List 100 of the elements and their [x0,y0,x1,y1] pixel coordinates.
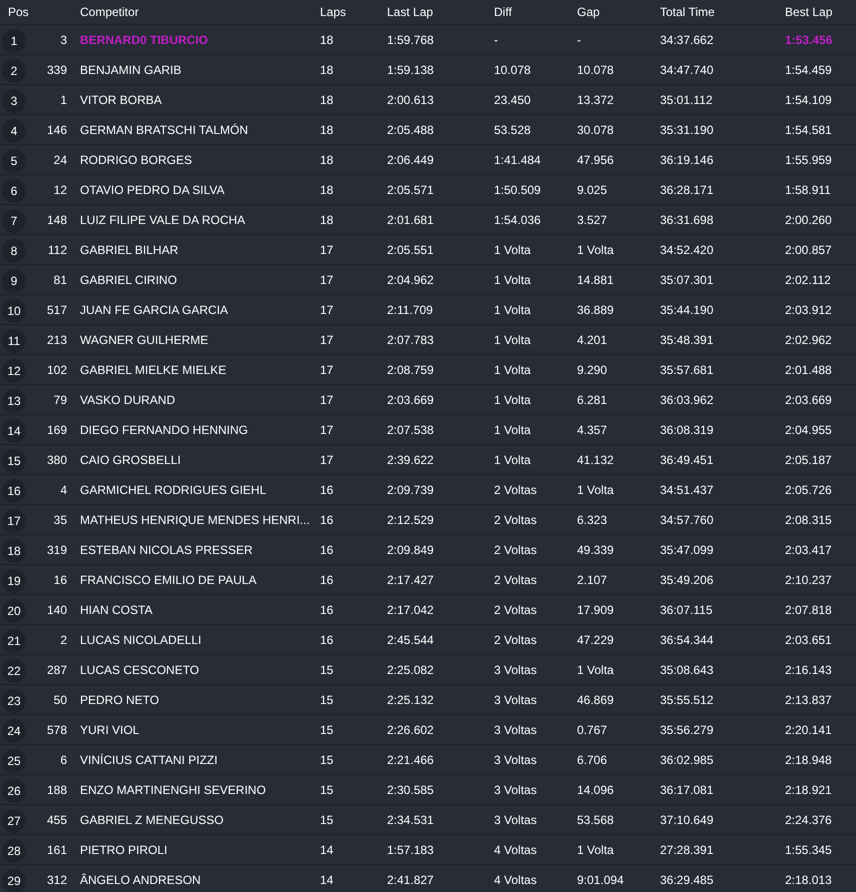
car-number: 35 [54,512,67,526]
table-cell: 35:49.206 [660,572,714,586]
position-badge: 18 [2,539,26,563]
car-number: 380 [46,452,67,466]
position-badge: 2 [2,59,26,83]
table-cell: 2:05.571 [387,182,434,196]
table-cell: 2:05.551 [387,242,434,256]
car-number: 24 [54,152,67,166]
competitor-name: GABRIEL BILHAR [80,242,178,256]
table-cell: 36:29.485 [660,872,714,886]
competitor-name: WAGNER GUILHERME [80,332,208,346]
table-cell: 16 [320,632,334,646]
car-number: 112 [48,242,67,256]
table-cell: 36:49.451 [660,452,714,466]
column-header: Total Time [660,5,715,19]
competitor-name: GABRIEL CIRINO [80,272,177,286]
table-cell: 15 [320,752,334,766]
best-lap-time: 2:07.818 [785,602,832,616]
table-cell: 18 [320,152,334,166]
table-cell: 15 [320,692,334,706]
best-lap-time: 2:00.260 [785,212,832,226]
table-cell: 46.869 [577,692,614,706]
car-number: 517 [46,302,67,316]
table-cell: 2:00.613 [387,92,434,106]
table-cell: 17 [320,452,334,466]
table-cell: 4.201 [577,332,608,346]
car-number: 578 [46,722,67,736]
table-cell: 4.357 [577,422,608,436]
table-cell: 2:34.531 [387,812,434,826]
table-cell: 36:31.698 [660,212,714,226]
position-badge: 17 [2,509,26,533]
column-header: Laps [320,5,346,19]
table-cell: 2:07.783 [387,332,434,346]
table-cell: 36:19.146 [660,152,714,166]
table-cell: 37:10.649 [660,812,714,826]
best-lap-time: 2:04.955 [785,422,832,436]
table-cell: 15 [320,812,334,826]
table-cell: 36.889 [577,302,614,316]
table-cell: 1 Volta [577,842,614,856]
table-cell: 2:30.585 [387,782,434,796]
table-cell: 34:57.760 [660,512,714,526]
best-lap-time: 2:02.962 [785,332,832,346]
position-badge: 21 [2,629,26,653]
table-cell: 2:25.082 [387,662,434,676]
table-cell: 9.025 [577,182,608,196]
table-cell: 3.527 [577,212,608,226]
best-lap-time: 2:03.651 [785,632,832,646]
competitor-name: GERMAN BRATSCHI TALMÓN [80,122,248,136]
best-lap-time: 2:13.837 [785,692,832,706]
car-number: 312 [46,872,67,886]
table-cell: 1 Volta [577,482,614,496]
table-cell: 1 Volta [494,302,531,316]
table-cell: 1 Volta [494,422,531,436]
table-cell: 2:17.427 [387,572,434,586]
column-header: Last Lap [387,5,434,19]
best-lap-time: 1:55.345 [785,842,832,856]
car-number: 339 [46,62,67,76]
competitor-name: VINÍCIUS CATTANI PIZZI [80,752,218,766]
car-number: 169 [46,422,67,436]
best-lap-time: 2:03.912 [785,302,832,316]
table-cell: 16 [320,482,334,496]
competitor-name: ESTEBAN NICOLAS PRESSER [80,542,253,556]
table-cell: 35:55.512 [660,692,714,706]
table-cell: - [494,32,498,46]
car-number: 50 [54,692,67,706]
table-cell: 10.078 [577,62,614,76]
column-header: Gap [577,5,600,19]
table-cell: 53.568 [577,812,614,826]
table-cell: 35:44.190 [660,302,714,316]
car-number: 213 [46,332,67,346]
table-cell: 36:54.344 [660,632,714,646]
table-cell: 34:47.740 [660,62,714,76]
car-number: 188 [46,782,67,796]
competitor-name: ÂNGELO ANDRESON [80,872,201,886]
table-cell: 15 [320,722,334,736]
table-cell: 2 Voltas [494,632,537,646]
table-cell: 9.290 [577,362,608,376]
car-number: 161 [46,842,67,856]
best-lap-time: 2:10.237 [785,572,832,586]
competitor-name: YURI VIOL [80,722,140,736]
car-number: 102 [46,362,67,376]
competitor-name: LUCAS NICOLADELLI [80,632,202,646]
best-lap-time: 2:24.376 [785,812,832,826]
table-cell: 34:51.437 [660,482,714,496]
competitor-name: CAIO GROSBELLI [80,452,181,466]
table-cell: 18 [320,62,334,76]
position-badge: 14 [2,419,26,443]
best-lap-time: 2:20.141 [785,722,832,736]
best-lap-time: 2:03.669 [785,392,832,406]
table-cell: 1 Volta [494,392,531,406]
car-number: 79 [54,392,67,406]
table-cell: 1:50.509 [494,182,541,196]
table-cell: 53.528 [494,122,531,136]
table-cell: 14 [320,842,334,856]
table-cell: 4 Voltas [494,872,537,886]
car-number: 4 [60,482,67,496]
table-cell: 17 [320,302,334,316]
table-cell: 1:57.183 [387,842,434,856]
position-badge: 15 [2,449,26,473]
table-cell: 15 [320,662,334,676]
